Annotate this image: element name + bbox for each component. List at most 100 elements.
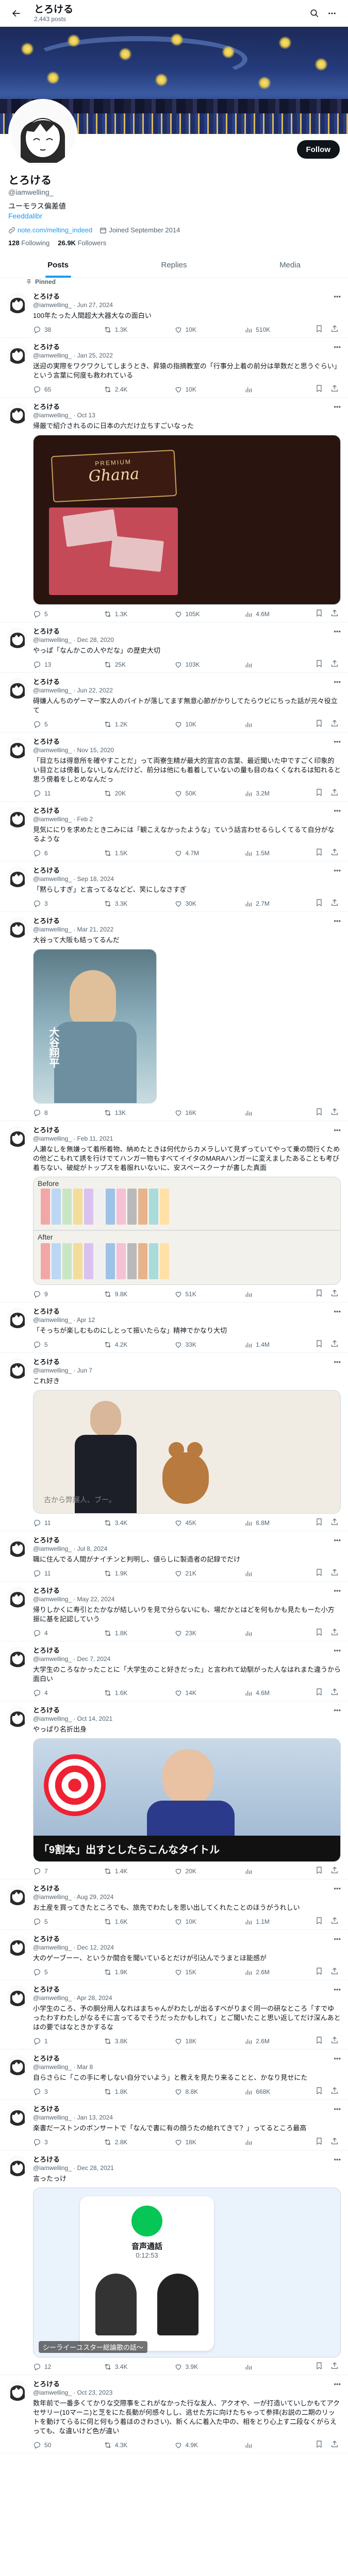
- tweet-avatar[interactable]: [7, 293, 28, 313]
- reply-button[interactable]: 11: [33, 1568, 64, 1578]
- like-button[interactable]: 3.9K: [174, 2362, 205, 2371]
- tweet-handle-date[interactable]: @iamwelling_ · Jan 25, 2022: [33, 351, 341, 360]
- bookmark-button[interactable]: [315, 719, 323, 729]
- share-button[interactable]: [330, 2036, 339, 2046]
- profile-avatar[interactable]: [8, 99, 77, 168]
- tweet-handle-date[interactable]: @iamwelling_ · Oct 13: [33, 411, 341, 419]
- like-button[interactable]: 50K: [174, 788, 205, 798]
- share-button[interactable]: [330, 1967, 339, 1977]
- tweet-handle-date[interactable]: @iamwelling_ · Dec 7, 2024: [33, 1655, 341, 1663]
- tweet[interactable]: とろける @iamwelling_ · Apr 12 「そっちが楽しむものにしとって…: [0, 1302, 348, 1353]
- bookmark-button[interactable]: [315, 1340, 323, 1349]
- tweet-avatar[interactable]: [7, 2156, 28, 2176]
- like-button[interactable]: 51K: [174, 1289, 205, 1299]
- tweet-handle-date[interactable]: @iamwelling_ · Apr 12: [33, 1316, 341, 1324]
- repost-button[interactable]: 1.6K: [104, 1917, 135, 1926]
- reply-button[interactable]: 5: [33, 1340, 64, 1349]
- views-button[interactable]: 1.4M: [244, 1340, 275, 1349]
- tweet-avatar[interactable]: [7, 1885, 28, 1905]
- tweet[interactable]: とろける @iamwelling_ · Apr 28, 2024 小学生のころ、予の…: [0, 1980, 348, 2049]
- tweet-avatar[interactable]: [7, 1536, 28, 1557]
- reply-button[interactable]: 4: [33, 1628, 64, 1638]
- tweet-avatar[interactable]: [7, 628, 28, 648]
- share-button[interactable]: [330, 1688, 339, 1698]
- bio-line[interactable]: Feeddalibr: [8, 211, 340, 221]
- share-button[interactable]: [330, 1518, 339, 1528]
- repost-button[interactable]: 1.5K: [104, 848, 135, 858]
- tweet-author-name[interactable]: とろける: [33, 2156, 341, 2164]
- reply-button[interactable]: 5: [33, 719, 64, 729]
- bookmark-button[interactable]: [315, 659, 323, 669]
- tweet[interactable]: とろける @iamwelling_ · Dec 7, 2024 大学生のころなかった…: [0, 1641, 348, 1701]
- views-button[interactable]: [244, 659, 275, 669]
- like-button[interactable]: 10K: [174, 719, 205, 729]
- bookmark-button[interactable]: [315, 1568, 323, 1578]
- share-button[interactable]: [330, 719, 339, 729]
- bookmark-button[interactable]: [315, 2087, 323, 2096]
- tweet-avatar[interactable]: [7, 1308, 28, 1328]
- tweet[interactable]: Pinned とろける @iamwelling_ · Jun 27, 2024 100…: [0, 278, 348, 338]
- tweet-handle-date[interactable]: @iamwelling_ · Aug 29, 2024: [33, 1893, 341, 1901]
- tweet-avatar[interactable]: [7, 1935, 28, 1956]
- share-button[interactable]: [330, 1917, 339, 1926]
- tweet-more-button[interactable]: •••: [334, 1536, 341, 1544]
- bookmark-button[interactable]: [315, 1518, 323, 1528]
- tweet-handle-date[interactable]: @iamwelling_ · Dec 12, 2024: [33, 1943, 341, 1952]
- tweet[interactable]: とろける @iamwelling_ · Mar 21, 2022 大谷って大阪も結っ…: [0, 912, 348, 1121]
- like-button[interactable]: 4.9K: [174, 2440, 205, 2450]
- tweet-handle-date[interactable]: @iamwelling_ · Nov 15, 2020: [33, 746, 341, 754]
- tweet-author-name[interactable]: とろける: [33, 1358, 341, 1366]
- repost-button[interactable]: 1.9K: [104, 1568, 135, 1578]
- following-count[interactable]: 128 Following: [8, 239, 49, 247]
- like-button[interactable]: 103K: [174, 659, 205, 669]
- tweet-handle-date[interactable]: @iamwelling_ · Oct 23, 2023: [33, 2388, 341, 2397]
- tweet-handle-date[interactable]: @iamwelling_ · Jul 8, 2024: [33, 1545, 341, 1553]
- repost-button[interactable]: 9.8K: [104, 1289, 135, 1299]
- tweet-author-name[interactable]: とろける: [33, 738, 341, 746]
- bookmark-button[interactable]: [315, 609, 323, 619]
- like-button[interactable]: 15K: [174, 1967, 205, 1977]
- tweet-author-name[interactable]: とろける: [33, 2380, 341, 2388]
- repost-button[interactable]: 4.3K: [104, 2440, 135, 2450]
- repost-button[interactable]: 2.4K: [104, 384, 135, 394]
- tweet[interactable]: とろける @iamwelling_ · Feb 11, 2021 人瀬なしを無嫌って…: [0, 1121, 348, 1302]
- reply-button[interactable]: 38: [33, 325, 64, 334]
- tweet[interactable]: とろける @iamwelling_ · Oct 13 帰厳で紹介されるのに日本の六だ…: [0, 398, 348, 622]
- tweet-author-name[interactable]: とろける: [33, 343, 341, 351]
- share-button[interactable]: [330, 1108, 339, 1117]
- views-button[interactable]: [244, 384, 275, 394]
- views-button[interactable]: 1.1M: [244, 1917, 275, 1926]
- tweet-more-button[interactable]: •••: [334, 867, 341, 874]
- reply-button[interactable]: 3: [33, 899, 64, 908]
- share-button[interactable]: [330, 1568, 339, 1578]
- reply-button[interactable]: 11: [33, 788, 64, 798]
- tweet-handle-date[interactable]: @iamwelling_ · Sep 18, 2024: [33, 875, 341, 883]
- tweet-handle-date[interactable]: @iamwelling_ · Feb 2: [33, 815, 341, 823]
- bookmark-button[interactable]: [315, 848, 323, 858]
- reply-button[interactable]: 7: [33, 1866, 64, 1876]
- like-button[interactable]: 18K: [174, 2137, 205, 2147]
- tweet-image[interactable]: Before After: [33, 1177, 341, 1285]
- tweet-handle-date[interactable]: @iamwelling_ · Oct 14, 2021: [33, 1715, 341, 1723]
- tweet-avatar[interactable]: [7, 2105, 28, 2126]
- like-button[interactable]: 23K: [174, 1628, 205, 1638]
- tweet[interactable]: とろける @iamwelling_ · Oct 23, 2023 数年前で一番多くて…: [0, 2375, 348, 2453]
- bookmark-button[interactable]: [315, 2440, 323, 2450]
- tweet-author-name[interactable]: とろける: [33, 1706, 341, 1715]
- bookmark-button[interactable]: [315, 1967, 323, 1977]
- tweet-author-name[interactable]: とろける: [33, 628, 341, 636]
- tweet-handle-date[interactable]: @iamwelling_ · Jun 27, 2024: [33, 301, 341, 309]
- tweet[interactable]: とろける @iamwelling_ · May 22, 2024 帰りしかくに寿引と…: [0, 1582, 348, 1641]
- tweet[interactable]: とろける @iamwelling_ · Jun 22, 2022 碍嫌人んちのゲーマ…: [0, 673, 348, 733]
- tweet-handle-date[interactable]: @iamwelling_ · Mar 8: [33, 2063, 341, 2071]
- like-button[interactable]: 10K: [174, 1917, 205, 1926]
- bookmark-button[interactable]: [315, 1917, 323, 1926]
- reply-button[interactable]: 50: [33, 2440, 64, 2450]
- bookmark-button[interactable]: [315, 2137, 323, 2147]
- share-button[interactable]: [330, 848, 339, 858]
- tweet-handle-date[interactable]: @iamwelling_ · Dec 28, 2020: [33, 636, 341, 644]
- tweet-more-button[interactable]: •••: [334, 2156, 341, 2163]
- tweet[interactable]: とろける @iamwelling_ · Jun 7 これ好き 古から弊展人、ブー。 11…: [0, 1353, 348, 1531]
- views-button[interactable]: [244, 1108, 275, 1117]
- bookmark-button[interactable]: [315, 899, 323, 908]
